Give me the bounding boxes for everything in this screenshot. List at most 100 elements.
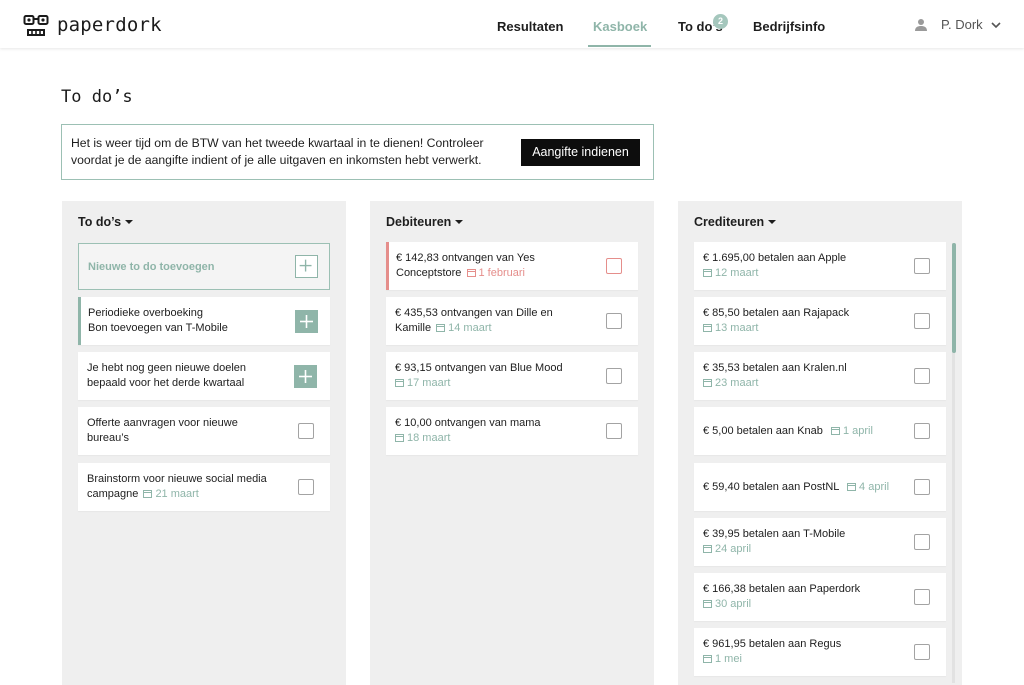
add-attachment-button[interactable] [295, 310, 318, 333]
calendar-icon [703, 600, 712, 608]
crediteur-item[interactable]: € 166,38 betalen aan Paperdork 30 april [694, 573, 946, 621]
nav-bedrijfsinfo[interactable]: Bedrijfsinfo [753, 19, 825, 34]
logo-glasses-icon [23, 15, 49, 36]
due-date-text: 24 april [715, 543, 752, 555]
debiteur-checkbox[interactable] [606, 313, 622, 329]
top-bar: paperdork Resultaten Kasboek To do’s 2 B… [0, 0, 1024, 48]
calendar-icon [703, 269, 712, 277]
crediteur-item-title: € 5,00 betalen aan Knab [703, 425, 823, 437]
todo-checkbox[interactable] [298, 479, 314, 495]
todo-item-title: Je hebt nog geen nieuwe doelen [87, 362, 247, 374]
calendar-icon [830, 427, 840, 435]
chevron-down-icon [991, 21, 1001, 28]
crediteur-item[interactable]: € 1.695,00 betalen aan Apple 12 maart [694, 242, 946, 290]
crediteur-checkbox[interactable] [914, 534, 930, 550]
debiteur-item[interactable]: € 10,00 ontvangen van mama 18 maart [386, 407, 638, 455]
crediteur-item-title: € 1.695,00 betalen aan Apple [703, 252, 847, 264]
todo-item[interactable]: Je hebt nog geen nieuwe doelen bepaald v… [78, 352, 330, 400]
debiteur-checkbox[interactable] [606, 368, 622, 384]
crediteur-item[interactable]: € 59,40 betalen aan PostNL 4 april [694, 463, 946, 511]
due-date-overdue: 1 februari [465, 267, 525, 279]
due-date: 4 april [842, 481, 889, 493]
calendar-icon [703, 324, 712, 332]
calendar-icon [703, 379, 712, 387]
calendar-icon [703, 655, 712, 663]
user-menu[interactable]: P. Dork [914, 17, 1001, 32]
notice-text: Het is weer tijd om de BTW van het tweed… [71, 136, 484, 167]
debiteur-item[interactable]: € 93,15 ontvangen van Blue Mood 17 maart [386, 352, 638, 400]
due-date-text: 13 maart [715, 322, 759, 334]
todo-checkbox[interactable] [298, 423, 314, 439]
crediteur-item-title: € 59,40 betalen aan PostNL [703, 481, 839, 493]
calendar-icon [395, 434, 404, 442]
due-date-text: 4 april [859, 481, 890, 493]
debiteur-item-title-cont: Kamille [395, 322, 432, 334]
caret-down-icon [768, 220, 777, 224]
plus-icon [300, 315, 313, 328]
crediteur-item[interactable]: € 35,53 betalen aan Kralen.nl 23 maart [694, 352, 946, 400]
add-goal-button[interactable] [294, 365, 317, 388]
due-date-text: 17 maart [407, 377, 451, 389]
crediteur-item[interactable]: € 39,95 betalen aan T-Mobile 24 april [694, 518, 946, 566]
nav-resultaten[interactable]: Resultaten [497, 19, 563, 34]
debiteuren-column-title: Debiteuren [386, 215, 452, 229]
crediteur-item[interactable]: € 85,50 betalen aan Rajapack 13 maart [694, 297, 946, 345]
crediteur-checkbox[interactable] [914, 313, 930, 329]
debiteuren-column-header[interactable]: Debiteuren [386, 215, 464, 229]
crediteur-checkbox[interactable] [914, 258, 930, 274]
crediteur-checkbox[interactable] [914, 479, 930, 495]
logo[interactable]: paperdork [23, 13, 162, 37]
calendar-icon [466, 269, 476, 277]
todo-item[interactable]: Periodieke overboeking Bon toevoegen van… [78, 297, 330, 345]
debiteur-item[interactable]: € 435,53 ontvangen van Dille en Kamille … [386, 297, 638, 345]
crediteur-checkbox[interactable] [914, 423, 930, 439]
crediteur-checkbox[interactable] [914, 644, 930, 660]
nav-kasboek[interactable]: Kasboek [593, 19, 647, 34]
crediteur-checkbox[interactable] [914, 589, 930, 605]
due-date: 21 maart [141, 488, 199, 500]
todo-item-title-cont: bepaald voor het derde kwartaal [87, 377, 245, 389]
new-todo-button[interactable]: Nieuwe to do toevoegen [78, 243, 330, 290]
crediteur-item-title: € 35,53 betalen aan Kralen.nl [703, 362, 847, 374]
debiteuren-column: Debiteuren € 142,83 ontvangen van Yes Co… [370, 201, 654, 685]
todo-item[interactable]: Offerte aanvragen voor nieuwe bureau’s [78, 407, 330, 455]
caret-down-icon [125, 220, 134, 224]
todo-item[interactable]: Brainstorm voor nieuwe social media camp… [78, 463, 330, 511]
logo-text: paperdork [57, 14, 162, 36]
plus-icon [299, 370, 312, 383]
user-icon [915, 18, 927, 31]
due-date: 13 maart [703, 321, 899, 336]
crediteuren-column-header[interactable]: Crediteuren [694, 215, 777, 229]
crediteuren-column-title: Crediteuren [694, 215, 765, 229]
crediteur-item-title: € 166,38 betalen aan Paperdork [703, 583, 861, 595]
crediteur-item-title: € 961,95 betalen aan Regus [703, 638, 842, 650]
due-date-text: 12 maart [715, 267, 759, 279]
calendar-icon [143, 490, 153, 498]
debiteur-item-title: € 10,00 ontvangen van mama [395, 417, 541, 429]
caret-down-icon [455, 220, 464, 224]
debiteur-item-title: € 93,15 ontvangen van Blue Mood [395, 362, 563, 374]
due-date: 24 april [703, 542, 899, 557]
calendar-icon [703, 545, 712, 553]
crediteuren-scrollbar-thumb[interactable] [952, 243, 956, 353]
debiteur-item[interactable]: € 142,83 ontvangen van Yes Conceptstore … [386, 242, 638, 290]
active-tab-indicator [588, 45, 651, 47]
todos-column-header[interactable]: To do’s [78, 215, 134, 229]
crediteur-item[interactable]: € 961,95 betalen aan Regus 1 mei [694, 628, 946, 676]
due-date: 1 april [826, 425, 873, 437]
due-date: 14 maart [434, 322, 492, 334]
debiteur-item-title: € 142,83 ontvangen van Yes [396, 252, 535, 264]
debiteur-checkbox[interactable] [606, 258, 622, 274]
due-date-text: 1 februari [478, 267, 525, 279]
aangifte-indienen-button[interactable]: Aangifte indienen [521, 139, 640, 166]
crediteur-item[interactable]: € 5,00 betalen aan Knab 1 april [694, 407, 946, 455]
calendar-icon [847, 483, 857, 491]
crediteur-checkbox[interactable] [914, 368, 930, 384]
new-todo-label: Nieuwe to do toevoegen [88, 261, 215, 273]
debiteur-item-title-cont: Conceptstore [396, 267, 462, 279]
todo-item-subtitle: Bon toevoegen van T-Mobile [88, 322, 228, 334]
due-date-text: 30 april [715, 598, 752, 610]
calendar-icon [436, 324, 446, 332]
crediteur-item-title: € 85,50 betalen aan Rajapack [703, 307, 850, 319]
debiteur-checkbox[interactable] [606, 423, 622, 439]
